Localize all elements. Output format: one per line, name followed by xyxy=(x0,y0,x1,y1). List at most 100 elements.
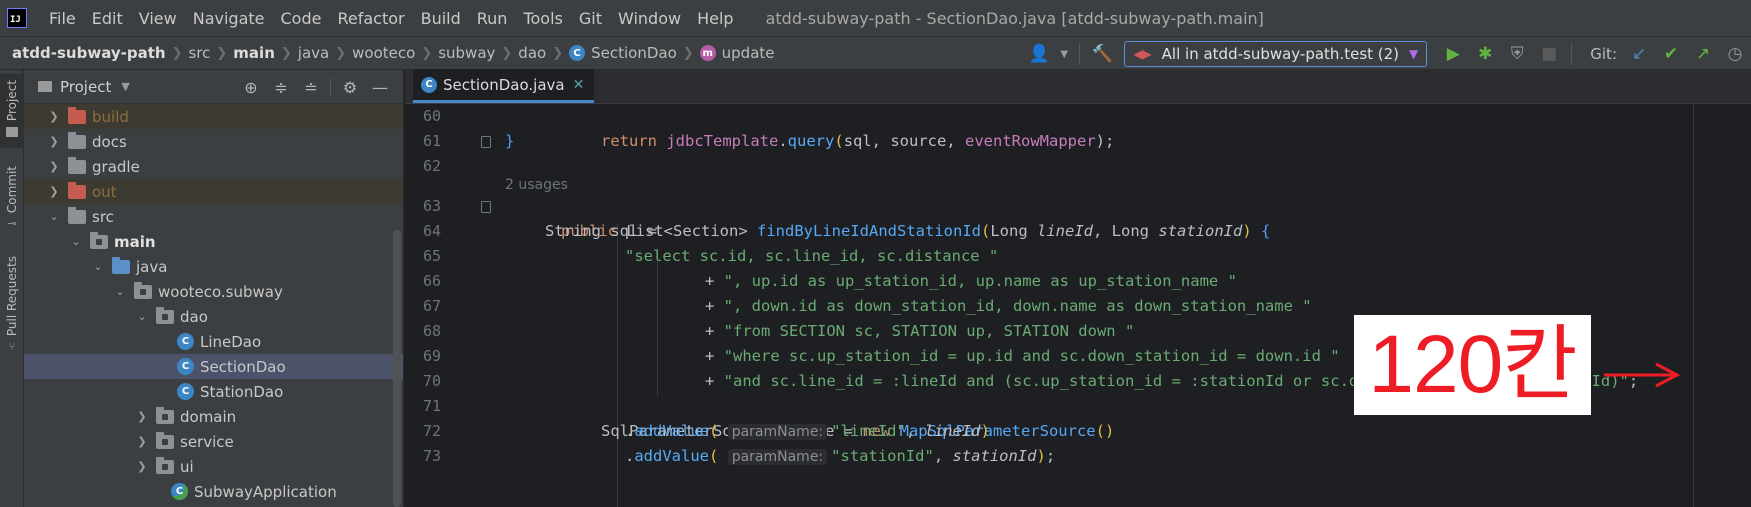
tree-item-stationdao[interactable]: C StationDao xyxy=(24,379,403,404)
tree-item-out[interactable]: ❯ out xyxy=(24,179,403,204)
code-line-65: "select sc.id, sc.line_id, sc.distance " xyxy=(625,247,999,265)
collapse-all-icon[interactable]: ≐ xyxy=(296,78,326,97)
gear-icon[interactable]: ⚙ xyxy=(335,78,365,97)
pull-request-icon: ⑂ xyxy=(8,340,16,354)
breadcrumb-subway[interactable]: subway xyxy=(432,44,501,62)
menu-navigate[interactable]: Navigate xyxy=(185,9,273,28)
line-number: 61 xyxy=(422,132,441,150)
stripe-tab-project[interactable]: Project xyxy=(0,74,24,148)
coverage-shield-icon[interactable]: ⛨ xyxy=(1504,41,1530,67)
chevron-down-icon[interactable]: ▼ xyxy=(1058,41,1070,67)
menu-build[interactable]: Build xyxy=(413,9,469,28)
line-number: 67 xyxy=(422,297,441,315)
tree-item-service[interactable]: ❯ service xyxy=(24,429,403,454)
chevron-right-icon: ❯ xyxy=(501,45,513,61)
minimize-icon[interactable]: — xyxy=(365,78,395,97)
project-panel-header: Project ▼ ⊕ ≑ ≐ ⚙ — xyxy=(24,70,403,104)
toolbar-divider xyxy=(1571,43,1573,65)
spring-application-class-icon: C xyxy=(171,483,188,500)
menu-file[interactable]: File xyxy=(41,9,84,28)
tab-sectiondao[interactable]: C SectionDao.java ✕ xyxy=(413,69,595,103)
parameter-name-hint: paramName: xyxy=(727,424,828,440)
build-hammer-icon[interactable]: 🔨 xyxy=(1089,41,1115,67)
menu-edit[interactable]: Edit xyxy=(84,9,131,28)
fold-marker-icon[interactable] xyxy=(481,201,491,213)
usages-hint[interactable]: 2 usages xyxy=(505,177,568,193)
chevron-right-icon[interactable]: ❯ xyxy=(134,460,150,473)
menu-refactor[interactable]: Refactor xyxy=(329,9,412,28)
line-number: 68 xyxy=(422,322,441,340)
tree-item-gradle[interactable]: ❯ gradle xyxy=(24,154,403,179)
tree-item-main[interactable]: ⌄ main xyxy=(24,229,403,254)
history-clock-icon[interactable]: ◷ xyxy=(1722,41,1748,67)
chevron-down-icon[interactable]: ⌄ xyxy=(46,210,62,223)
breadcrumb-java[interactable]: java xyxy=(292,44,335,62)
chevron-down-icon[interactable]: ▼ xyxy=(121,80,129,93)
menu-code[interactable]: Code xyxy=(273,9,330,28)
tree-item-ui[interactable]: ❯ ui xyxy=(24,454,403,479)
tree-item-src[interactable]: ⌄ src xyxy=(24,204,403,229)
tree-item-subwayapplication[interactable]: C SubwayApplication xyxy=(24,479,403,504)
stripe-tab-commit[interactable]: Commit ⊸ xyxy=(0,166,24,236)
annotation-text: 120칸 xyxy=(1368,319,1577,410)
tree-item-docs[interactable]: ❯ docs xyxy=(24,129,403,154)
breadcrumb-main[interactable]: main xyxy=(227,44,281,62)
chevron-right-icon[interactable]: ❯ xyxy=(46,110,62,123)
menu-window[interactable]: Window xyxy=(610,9,689,28)
project-panel-tools: ⊕ ≑ ≐ ⚙ — xyxy=(236,70,395,104)
toolbar-divider xyxy=(1079,43,1081,65)
chevron-right-icon[interactable]: ❯ xyxy=(134,435,150,448)
locate-target-icon[interactable]: ⊕ xyxy=(236,78,266,97)
menu-help[interactable]: Help xyxy=(689,9,741,28)
tree-item-domain[interactable]: ❯ domain xyxy=(24,404,403,429)
code-line-64: String sql = xyxy=(545,222,657,240)
chevron-down-icon[interactable]: ⌄ xyxy=(134,310,150,323)
breadcrumb-dao[interactable]: dao xyxy=(512,44,552,62)
chevron-right-icon[interactable]: ❯ xyxy=(46,160,62,173)
menu-run[interactable]: Run xyxy=(469,9,516,28)
class-icon: C xyxy=(569,45,586,61)
menu-git[interactable]: Git xyxy=(571,9,610,28)
breadcrumb-project[interactable]: atdd-subway-path xyxy=(6,44,172,62)
chevron-right-icon[interactable]: ❯ xyxy=(46,135,62,148)
chevron-down-icon[interactable]: ⌄ xyxy=(68,235,84,248)
chevron-right-icon[interactable]: ❯ xyxy=(46,185,62,198)
git-push-icon[interactable]: ↗ xyxy=(1690,41,1716,67)
debug-bug-icon[interactable]: ✱ xyxy=(1472,41,1498,67)
code-line-72: .addValue( paramName: "lineId", lineId) xyxy=(625,422,990,440)
git-commit-icon[interactable]: ✔ xyxy=(1658,41,1684,67)
tree-item-linedao[interactable]: C LineDao xyxy=(24,329,403,354)
run-configuration-select[interactable]: ◀▶ All in atdd-subway-path.test (2) ▼ xyxy=(1124,41,1428,67)
git-update-icon[interactable]: ↙ xyxy=(1626,41,1652,67)
breadcrumb-wooteco[interactable]: wooteco xyxy=(346,44,421,62)
project-panel-title[interactable]: Project xyxy=(60,78,111,96)
chevron-down-icon[interactable]: ⌄ xyxy=(112,285,128,298)
tree-item-java[interactable]: ⌄ java xyxy=(24,254,403,279)
breadcrumb: atdd-subway-path ❯ src ❯ main ❯ java ❯ w… xyxy=(0,44,781,62)
user-icon[interactable]: 👤 xyxy=(1026,41,1052,67)
menu-view[interactable]: View xyxy=(131,9,185,28)
breadcrumb-update[interactable]: m update xyxy=(694,44,781,62)
code-area[interactable]: return jdbcTemplate.query(sql, source, e… xyxy=(505,104,1751,507)
stripe-tab-pull-requests[interactable]: Pull Requests ⑂ xyxy=(0,256,24,366)
menu-tools[interactable]: Tools xyxy=(515,9,570,28)
tree-item-wooteco-subway[interactable]: ⌄ wooteco.subway xyxy=(24,279,403,304)
code-line-63: public List<Section> findByLineIdAndStat… xyxy=(561,222,1271,240)
chevron-right-icon[interactable]: ❯ xyxy=(134,410,150,423)
breadcrumb-sectiondao[interactable]: C SectionDao xyxy=(563,44,683,62)
package-icon xyxy=(134,281,152,299)
chevron-down-icon[interactable]: ⌄ xyxy=(90,260,106,273)
project-panel-scrollbar[interactable] xyxy=(393,230,401,507)
expand-all-icon[interactable]: ≑ xyxy=(266,78,296,97)
fold-marker-icon[interactable] xyxy=(481,136,491,148)
code-line-73: .addValue( paramName: "stationId", statio… xyxy=(625,447,1056,465)
run-icon[interactable]: ▶ xyxy=(1440,41,1466,67)
indent-guide xyxy=(617,224,618,507)
stop-icon[interactable]: ■ xyxy=(1536,41,1562,67)
tree-item-sectiondao[interactable]: C SectionDao xyxy=(24,354,403,379)
tree-item-dao[interactable]: ⌄ dao xyxy=(24,304,403,329)
close-icon[interactable]: ✕ xyxy=(573,77,585,93)
tree-item-build[interactable]: ❯ build xyxy=(24,104,403,129)
class-icon: C xyxy=(177,383,194,400)
breadcrumb-src[interactable]: src xyxy=(182,44,216,62)
